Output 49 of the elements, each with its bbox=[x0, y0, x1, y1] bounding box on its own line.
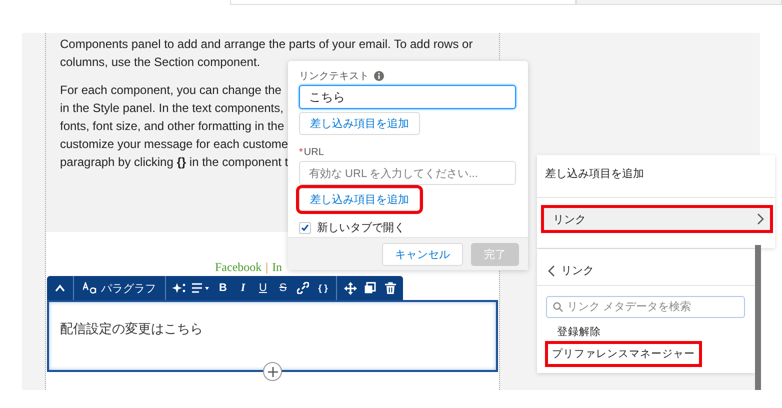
url-field[interactable]: 有効な URL を入力してください... bbox=[299, 161, 516, 185]
social-link[interactable]: Facebook bbox=[215, 259, 262, 276]
chevron-right-icon bbox=[757, 213, 764, 225]
add-block-button[interactable] bbox=[263, 362, 282, 381]
merge-field-button[interactable]: { } bbox=[313, 276, 333, 300]
paragraph-style-button[interactable]: パラグラフ bbox=[77, 276, 162, 300]
panel-title: 差し込み項目を追加 bbox=[544, 167, 645, 182]
body-text-line: paragraph by clicking {} in the component t bbox=[60, 154, 288, 171]
align-dropdown-icon[interactable] bbox=[192, 283, 210, 293]
body-text-line: fonts, font size, and other formatting in the bbox=[60, 118, 284, 135]
menu-item[interactable]: プリファレンスマネージャー bbox=[548, 344, 699, 364]
underline-button[interactable]: U bbox=[253, 276, 273, 300]
field-label: URL bbox=[304, 146, 324, 158]
italic-button[interactable]: I bbox=[233, 276, 253, 300]
plus-icon bbox=[268, 366, 278, 376]
insert-merge-field-button[interactable]: 差し込み項目を追加 bbox=[299, 188, 420, 211]
body-text-line: in the Style panel. In the text components, bbox=[60, 100, 284, 117]
separator: | bbox=[266, 259, 268, 276]
body-text-line: columns, use the Section component. bbox=[60, 54, 260, 71]
bold-button[interactable]: B bbox=[213, 276, 233, 300]
link-text-field[interactable]: こちら bbox=[299, 85, 516, 109]
paragraph-text: 配信設定の変更はこちら bbox=[59, 320, 204, 338]
back-button[interactable]: リンク bbox=[537, 249, 755, 285]
text-size-icon bbox=[83, 282, 97, 294]
chevron-left-icon bbox=[548, 264, 555, 276]
field-label: リンクテキスト bbox=[299, 70, 369, 83]
sparkle-icon[interactable] bbox=[172, 282, 186, 294]
cancel-button[interactable]: キャンセル bbox=[382, 242, 463, 266]
body-text-line: customize your message for each custome bbox=[60, 136, 288, 153]
search-icon bbox=[553, 302, 563, 312]
checkbox-label: 新しいタブで開く bbox=[317, 220, 405, 235]
body-text-line: For each component, you can change the bbox=[60, 82, 282, 99]
menu-item[interactable]: リンク bbox=[544, 208, 770, 230]
strikethrough-button[interactable]: S bbox=[273, 276, 293, 300]
search-field[interactable]: リンク メタデータを検索 bbox=[546, 296, 745, 318]
required-mark: * bbox=[299, 146, 303, 158]
body-text-line: Components panel to add and arrange the parts of your email. To add rows or bbox=[60, 36, 473, 53]
move-icon[interactable] bbox=[344, 282, 356, 294]
info-icon bbox=[374, 71, 384, 81]
link-icon[interactable] bbox=[297, 282, 309, 294]
checkbox[interactable] bbox=[299, 222, 311, 234]
copy-icon[interactable] bbox=[364, 282, 376, 294]
delete-icon[interactable] bbox=[384, 282, 396, 294]
scrollbar[interactable] bbox=[755, 245, 761, 390]
collapse-caret-icon[interactable] bbox=[54, 283, 66, 293]
text-editor[interactable]: 配信設定の変更はこちら bbox=[47, 300, 498, 372]
social-link[interactable]: In bbox=[272, 259, 282, 276]
menu-item[interactable]: 登録解除 bbox=[549, 324, 609, 341]
insert-merge-field-button[interactable]: 差し込み項目を追加 bbox=[299, 112, 420, 135]
